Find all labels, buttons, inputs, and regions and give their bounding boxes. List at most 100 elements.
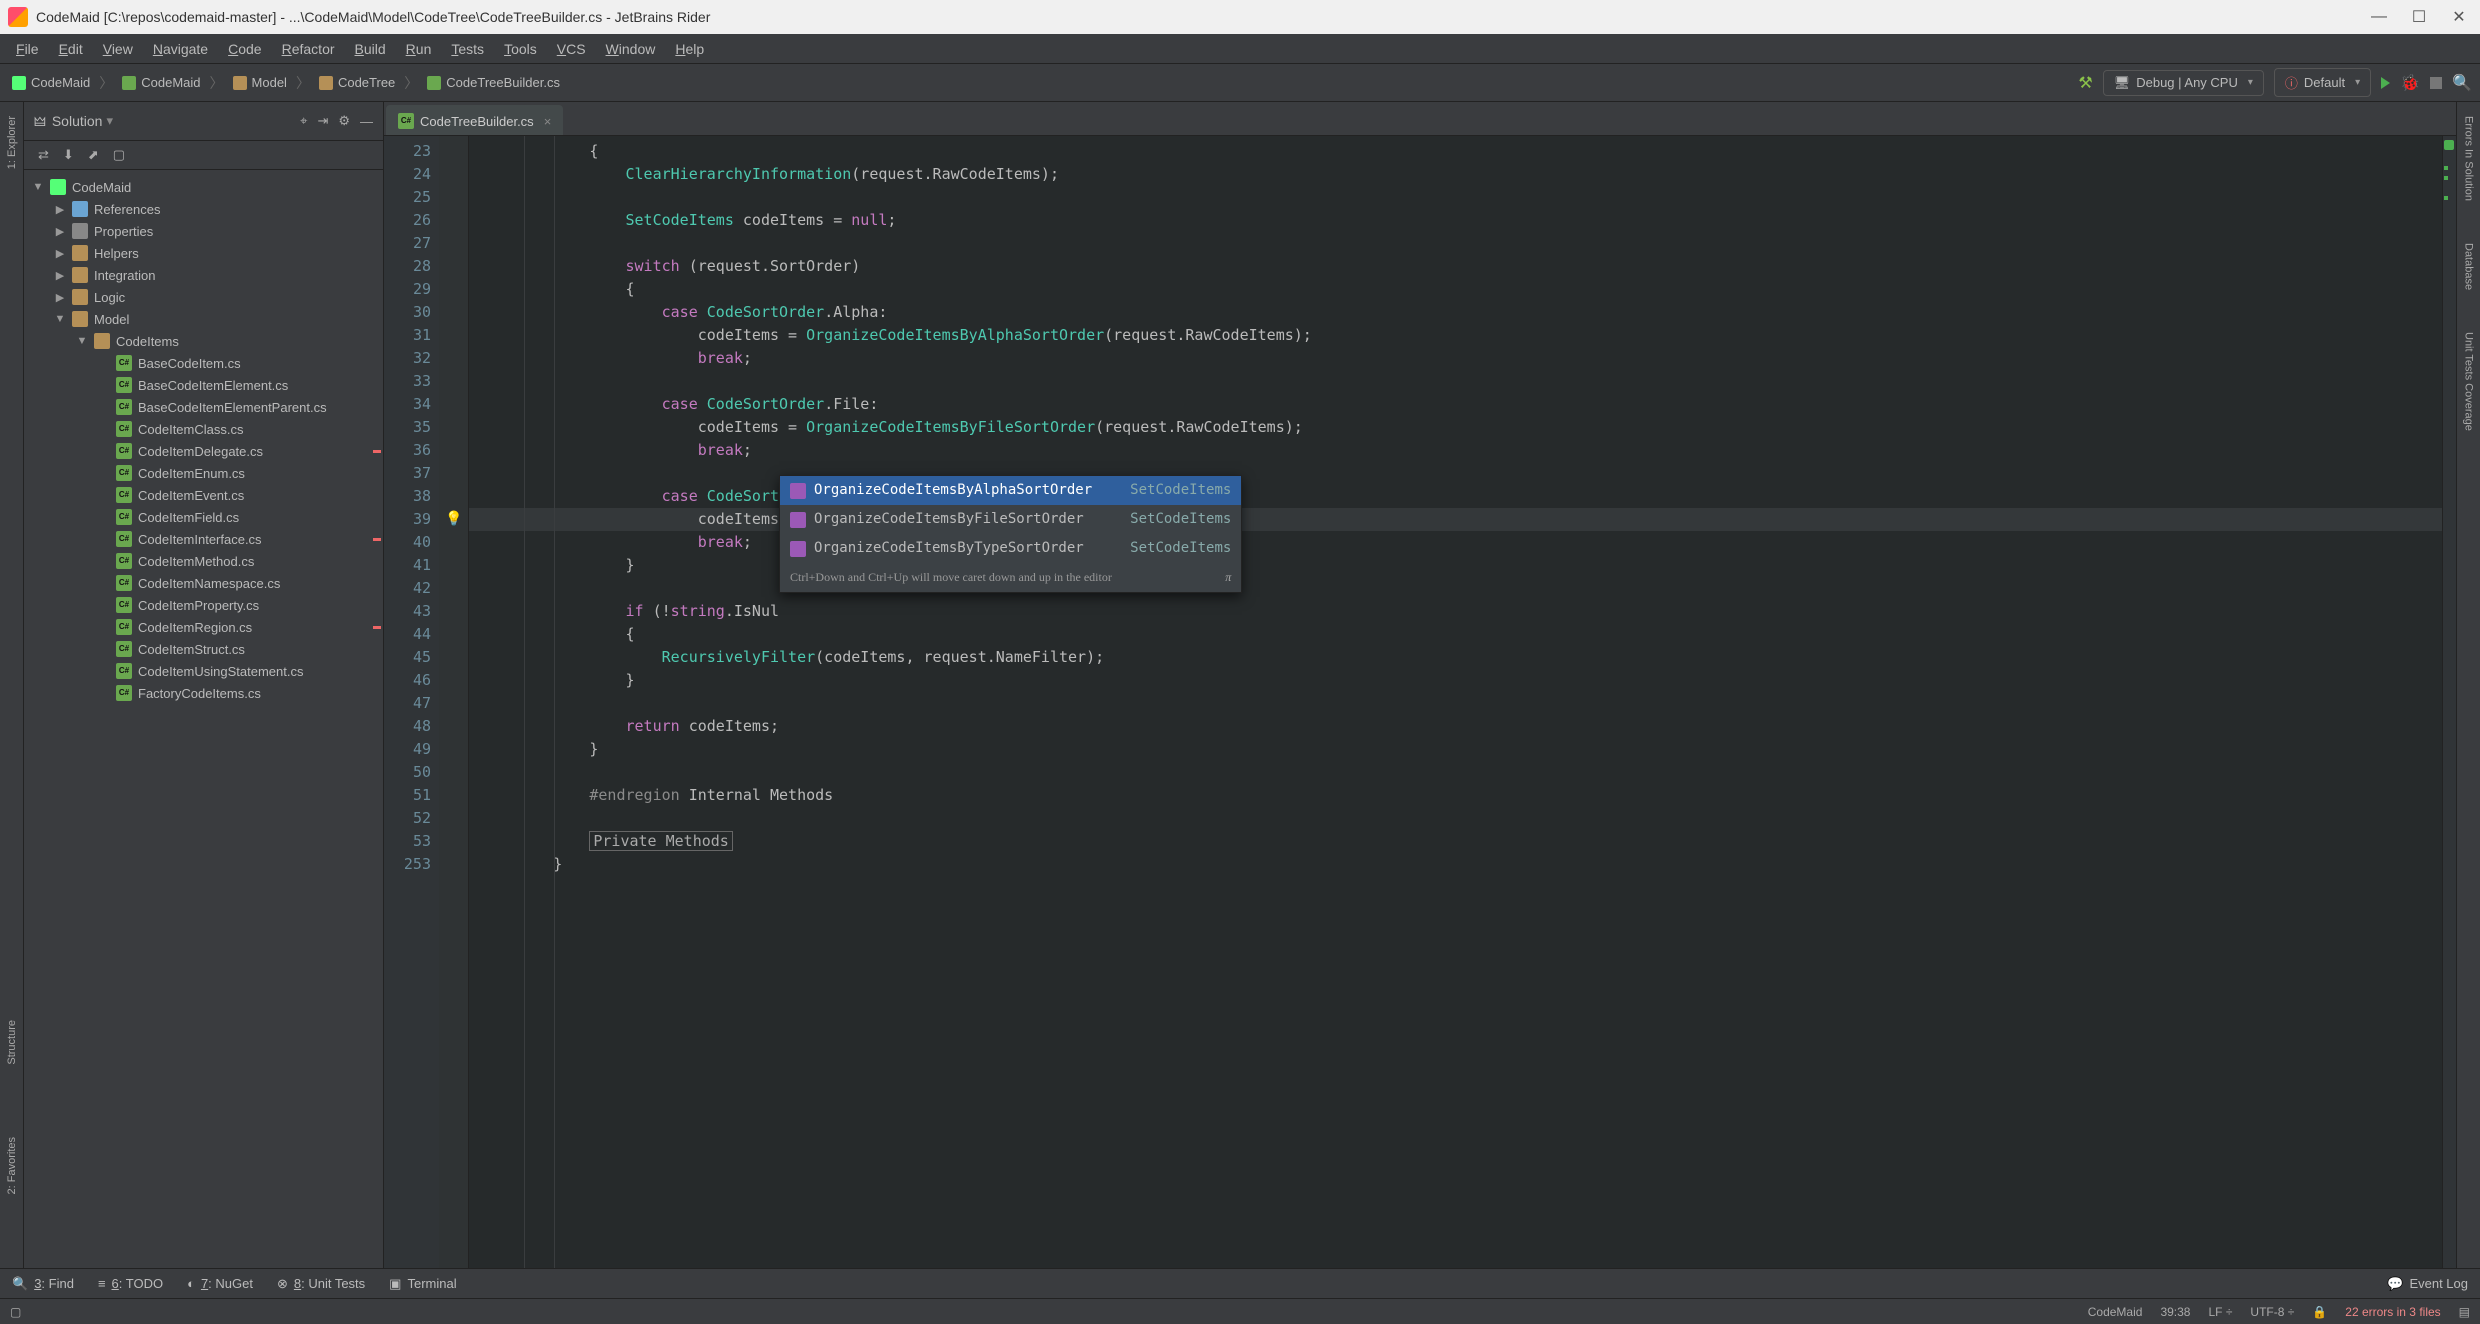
run-config-dropdown[interactable]: 🖥 Debug | Any CPU [2103, 70, 2264, 96]
tree-item[interactable]: ▶Helpers [24, 242, 383, 264]
tree-item[interactable]: C#CodeItemInterface.cs [24, 528, 383, 550]
error-stripe[interactable] [2442, 136, 2456, 1268]
inspection-status-icon[interactable] [2444, 140, 2454, 150]
code-area[interactable]: 2324252627282930313233343536373839404142… [384, 136, 2456, 1268]
line-number-gutter[interactable]: 2324252627282930313233343536373839404142… [384, 136, 439, 1268]
foldr-icon [72, 311, 88, 327]
settings-icon[interactable]: ⚙ [338, 113, 350, 129]
bottom-tool-nuget[interactable]: ◐7: NuGet [187, 1276, 253, 1291]
lock-icon[interactable]: 🔒 [2312, 1305, 2327, 1319]
menu-build[interactable]: Build [345, 37, 396, 61]
completion-item[interactable]: OrganizeCodeItemsByTypeSortOrderSetCodeI… [780, 534, 1241, 563]
completion-popup[interactable]: OrganizeCodeItemsByAlphaSortOrderSetCode… [779, 475, 1242, 593]
tree-item[interactable]: C#CodeItemEnum.cs [24, 462, 383, 484]
bottom-tool-find[interactable]: 🔍3: Find [12, 1276, 74, 1292]
tree-item[interactable]: C#CodeItemStruct.cs [24, 638, 383, 660]
stop-button[interactable] [2430, 77, 2442, 89]
completion-item[interactable]: OrganizeCodeItemsByFileSortOrderSetCodeI… [780, 505, 1241, 534]
breadcrumb-item[interactable]: CodeTreeBuilder.cs [446, 75, 560, 90]
tree-item[interactable]: C#CodeItemField.cs [24, 506, 383, 528]
tool-database[interactable]: Database [2463, 237, 2475, 296]
tool-explorer[interactable]: 1: Explorer [6, 110, 18, 175]
tree-item[interactable]: C#BaseCodeItemElementParent.cs [24, 396, 383, 418]
status-menu-icon[interactable]: ▤ [2459, 1305, 2470, 1319]
solution-tree[interactable]: ▼CodeMaid▶References▶Properties▶Helpers▶… [24, 170, 383, 1268]
tree-item[interactable]: ▶References [24, 198, 383, 220]
menu-view[interactable]: View [93, 37, 143, 61]
tree-item[interactable]: ▶Properties [24, 220, 383, 242]
collapse-all-icon[interactable]: ⇥ [317, 113, 328, 129]
method-icon [790, 512, 806, 528]
run-config-icon: 🖥 [2114, 75, 2131, 91]
status-box-icon[interactable]: ▢ [10, 1305, 21, 1319]
menu-run[interactable]: Run [396, 37, 442, 61]
completion-item[interactable]: OrganizeCodeItemsByAlphaSortOrderSetCode… [780, 476, 1241, 505]
menu-edit[interactable]: Edit [49, 37, 93, 61]
tree-item[interactable]: ▼CodeMaid [24, 176, 383, 198]
event-log-button[interactable]: 💬Event Log [2387, 1276, 2468, 1292]
tree-item[interactable]: C#BaseCodeItem.cs [24, 352, 383, 374]
search-everywhere-icon[interactable]: 🔍 [2452, 73, 2472, 93]
tree-item[interactable]: ▶Logic [24, 286, 383, 308]
menu-file[interactable]: File [6, 37, 49, 61]
tool-favorites[interactable]: 2: Favorites [6, 1131, 18, 1200]
menu-vcs[interactable]: VCS [547, 37, 596, 61]
tree-item[interactable]: C#CodeItemUsingStatement.cs [24, 660, 383, 682]
tree-item[interactable]: C#CodeItemProperty.cs [24, 594, 383, 616]
prop-icon [72, 223, 88, 239]
maximize-button[interactable]: ☐ [2410, 8, 2428, 26]
tree-item[interactable]: ▼Model [24, 308, 383, 330]
menu-tools[interactable]: Tools [494, 37, 547, 61]
scroll-from-source-icon[interactable]: ⌖ [300, 113, 307, 129]
run-button[interactable] [2381, 77, 2390, 89]
status-errors[interactable]: 22 errors in 3 files [2345, 1305, 2440, 1319]
lightbulb-icon[interactable]: 💡 [445, 508, 462, 531]
tree-item[interactable]: C#CodeItemClass.cs [24, 418, 383, 440]
build-icon[interactable]: ⚒ [2078, 73, 2092, 93]
tree-item[interactable]: C#CodeItemEvent.cs [24, 484, 383, 506]
tree-item[interactable]: C#BaseCodeItemElement.cs [24, 374, 383, 396]
tree-item[interactable]: C#CodeItemRegion.cs [24, 616, 383, 638]
status-encoding[interactable]: UTF-8 ÷ [2250, 1305, 2294, 1319]
tree-item[interactable]: C#CodeItemMethod.cs [24, 550, 383, 572]
tab-close-icon[interactable]: × [544, 114, 552, 129]
close-button[interactable]: ✕ [2450, 8, 2468, 26]
bottom-tool-terminal[interactable]: ▣Terminal [389, 1276, 456, 1292]
menu-navigate[interactable]: Navigate [143, 37, 218, 61]
status-line-ending[interactable]: LF ÷ [2208, 1305, 2232, 1319]
bottom-tool-todo[interactable]: ≡6: TODO [98, 1276, 163, 1291]
tool-structure[interactable]: Structure [6, 1014, 18, 1071]
menu-tests[interactable]: Tests [441, 37, 494, 61]
tab-codetreebuilder[interactable]: C# CodeTreeBuilder.cs × [386, 105, 563, 135]
show-all-icon[interactable]: ⬈ [88, 147, 99, 163]
sync-icon[interactable]: ⇄ [38, 147, 49, 163]
preview-icon[interactable]: ▢ [113, 147, 125, 163]
expand-icon[interactable]: ⬇ [63, 147, 74, 163]
tree-item[interactable]: C#CodeItemDelegate.cs [24, 440, 383, 462]
code-text[interactable]: { ClearHierarchyInformation(request.RawC… [469, 136, 2438, 1268]
tool-coverage[interactable]: Unit Tests Coverage [2463, 326, 2475, 437]
status-caret-pos[interactable]: 39:38 [2160, 1305, 2190, 1319]
hide-panel-icon[interactable]: — [360, 114, 373, 129]
breadcrumb-item[interactable]: Model [252, 75, 287, 90]
sol-icon [50, 179, 66, 195]
breadcrumb-item[interactable]: CodeMaid [141, 75, 200, 90]
tree-item[interactable]: ▶Integration [24, 264, 383, 286]
target-config-dropdown[interactable]: ⓘ Default [2274, 68, 2371, 97]
tool-errors-in-solution[interactable]: Errors In Solution [2463, 110, 2475, 207]
tree-item[interactable]: ▼CodeItems [24, 330, 383, 352]
fold-gutter[interactable]: 💡 [439, 136, 469, 1268]
minimize-button[interactable]: — [2370, 8, 2388, 26]
breadcrumb[interactable]: CodeMaid〉CodeMaid〉Model〉CodeTree〉CodeTre… [8, 73, 564, 93]
breadcrumb-item[interactable]: CodeMaid [31, 75, 90, 90]
menu-window[interactable]: Window [596, 37, 666, 61]
breadcrumb-item[interactable]: CodeTree [338, 75, 395, 90]
menu-refactor[interactable]: Refactor [272, 37, 345, 61]
debug-button[interactable]: 🐞 [2400, 73, 2420, 93]
statusbar: ▢ CodeMaid 39:38 LF ÷ UTF-8 ÷ 🔒 22 error… [0, 1298, 2480, 1324]
bottom-tool-unit-tests[interactable]: ⊗8: Unit Tests [277, 1276, 365, 1292]
tree-item[interactable]: C#FactoryCodeItems.cs [24, 682, 383, 704]
menu-help[interactable]: Help [665, 37, 714, 61]
menu-code[interactable]: Code [218, 37, 271, 61]
tree-item[interactable]: C#CodeItemNamespace.cs [24, 572, 383, 594]
